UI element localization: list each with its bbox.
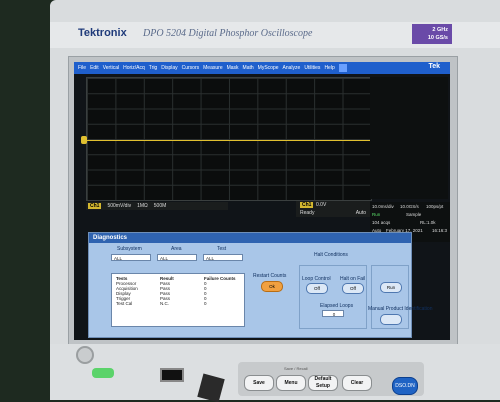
menu-trig[interactable]: Trig — [147, 65, 159, 71]
menu-utilities[interactable]: Utilities — [302, 65, 322, 71]
elapsed-loops-value: 0 — [322, 310, 344, 317]
halt-on-fail-button[interactable]: Off — [342, 283, 364, 294]
trigger-readout[interactable]: Ch1 0.0V Ready Auto — [296, 201, 370, 217]
loop-control-button[interactable]: Off — [306, 283, 328, 294]
acq-count: 104 acqs — [372, 220, 391, 225]
channel1-ground-marker[interactable] — [81, 136, 87, 144]
tek-logo: Tek — [428, 63, 440, 70]
scope-screen: File Edit Vertical Horiz/Acq Trig Displa… — [74, 62, 450, 340]
halt-conditions-title: Halt Conditions — [314, 252, 348, 258]
menu-myscope[interactable]: MyScope — [256, 65, 281, 71]
menu-mask[interactable]: Mask — [225, 65, 241, 71]
waveform-graticule[interactable] — [81, 77, 372, 201]
subsystem-select[interactable]: ALL — [111, 254, 151, 261]
trigger-mode: Auto — [355, 210, 366, 216]
run-button[interactable]: Run — [380, 282, 402, 293]
menu-dropdown-icon[interactable] — [338, 64, 347, 72]
restart-counts-button[interactable]: Ok — [261, 281, 283, 292]
area-select[interactable]: ALL — [157, 254, 197, 261]
halt-conditions-group: Halt Conditions Loop Control Halt on Fai… — [299, 252, 367, 329]
spec-bandwidth: 2 GHz — [432, 27, 448, 33]
test-select[interactable]: ALL — [203, 254, 243, 261]
clear-key[interactable]: Clear — [342, 375, 372, 391]
restart-counts-label: Restart Counts — [253, 273, 287, 279]
channel1-badge: Ch1 — [88, 203, 102, 209]
menu-help[interactable]: Help — [322, 65, 336, 71]
failure-column: Failure Counts 0 0 0 0 0 — [204, 276, 236, 306]
test-label: Test — [217, 246, 227, 252]
channel1-impedance: 1MΩ — [137, 203, 148, 209]
time: 16:16:3 — [432, 228, 448, 233]
trigger-state: Ready — [300, 210, 315, 216]
model-name: DPO 5204 Digital Phosphor Oscilloscope — [143, 28, 313, 39]
usb-port-icon[interactable] — [160, 368, 184, 382]
brand-logo: Tektronix — [78, 27, 127, 39]
trigger-source: Ch1 — [300, 202, 314, 208]
menu-cursors[interactable]: Cursors — [180, 65, 202, 71]
channel1-trace — [87, 140, 371, 141]
test-name: Test Cal — [116, 301, 133, 306]
status-light — [92, 368, 114, 378]
sample-rate: 10.0GS/s — [400, 204, 419, 209]
failure-count: 0 — [204, 301, 207, 306]
points-per: 100ps/pt — [426, 204, 444, 209]
menu-edit[interactable]: Edit — [88, 65, 101, 71]
channel1-scale: 500mV/div — [107, 203, 132, 209]
menu-file[interactable]: File — [76, 65, 88, 71]
save-recall-header: Save / Recall — [284, 366, 308, 371]
result-column: Result Pass Pass Pass Pass N.C. — [160, 276, 174, 306]
record-length: RL:1.0k — [420, 220, 436, 225]
channel1-readout[interactable]: Ch1 500mV/div 1MΩ 500M — [86, 202, 228, 210]
readout-panel — [370, 77, 448, 199]
timebase: 10.0ms/div — [372, 204, 394, 209]
loop-control-label: Loop Control — [302, 276, 331, 282]
menu-measure[interactable]: Measure — [201, 65, 224, 71]
default-setup-key[interactable]: Default Setup — [308, 375, 338, 391]
diagnostics-dialog: Diagnostics Subsystem Area Test ALL ALL … — [88, 232, 432, 338]
acq-mode: Sample — [406, 212, 422, 217]
manual-product-id-label: Manual Product Identification — [368, 306, 433, 312]
menu-horiz-acq[interactable]: Horiz/Acq — [121, 65, 147, 71]
spec-sample-rate: 10 GS/s — [427, 35, 448, 41]
blue-key[interactable]: DSO.DN — [392, 377, 418, 395]
diagnostics-title: Diagnostics — [89, 233, 411, 243]
run-state: Run — [372, 212, 381, 217]
menu-analyze[interactable]: Analyze — [281, 65, 303, 71]
save-key[interactable]: Save — [244, 375, 274, 391]
menu-math[interactable]: Math — [241, 65, 256, 71]
tests-column: Tests Processor Acquisition Display Trig… — [116, 276, 138, 306]
run-group: Run Manual Product Identification — [368, 265, 432, 329]
halt-on-fail-label: Halt on Fail — [340, 276, 366, 282]
results-table: Tests Processor Acquisition Display Trig… — [111, 273, 245, 327]
manual-product-id-button[interactable] — [380, 314, 402, 325]
test-result: N.C. — [160, 301, 169, 306]
spec-badge: 2 GHz 10 GS/s — [412, 24, 452, 44]
subsystem-label: Subsystem — [117, 246, 142, 252]
power-button-icon[interactable] — [76, 346, 94, 364]
channel1-bandwidth: 500M — [153, 203, 167, 209]
elapsed-loops-label: Elapsed Loops — [320, 303, 354, 309]
menu-display[interactable]: Display — [159, 65, 179, 71]
menu-bar: File Edit Vertical Horiz/Acq Trig Displa… — [74, 62, 450, 74]
trigger-level: 0.0V — [316, 202, 327, 208]
menu-key[interactable]: Menu — [276, 375, 306, 391]
failure-header: Failure Counts — [204, 276, 236, 281]
area-label: Area — [171, 246, 182, 252]
menu-vertical[interactable]: Vertical — [101, 65, 121, 71]
